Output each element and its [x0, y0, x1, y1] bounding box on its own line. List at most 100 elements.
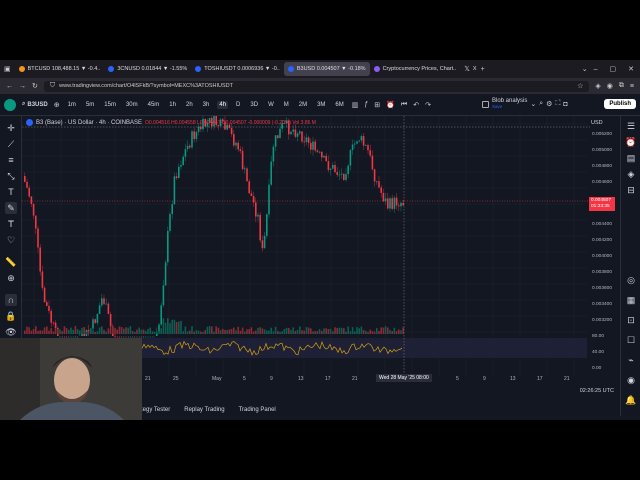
tab-trading-panel[interactable]: Trading Panel	[239, 407, 276, 413]
notifications-icon[interactable]: 🔔	[625, 394, 637, 406]
bookmark-star-icon[interactable]: ☆	[577, 82, 583, 90]
hamburger-menu-icon[interactable]: ≡	[630, 83, 634, 90]
data-window-icon[interactable]: ▤	[625, 152, 637, 164]
minimize-icon[interactable]: –	[588, 66, 604, 73]
timeframe-3m[interactable]: 3M	[315, 101, 327, 109]
reload-icon[interactable]: ↻	[32, 82, 38, 90]
watchlist-icon[interactable]: ☰	[625, 120, 637, 132]
volume-bar	[76, 329, 79, 334]
calendar-icon[interactable]: ▦	[625, 294, 637, 306]
fullscreen-icon[interactable]: ⛶	[555, 100, 560, 108]
ruler-icon[interactable]: 📏	[5, 256, 17, 268]
symbol-search-button[interactable]: ⌕ B3USD	[22, 101, 48, 108]
search-icon: ⌕	[22, 101, 26, 107]
streams-icon[interactable]: ⌁	[625, 354, 637, 366]
tab-replay-trading[interactable]: Replay Trading	[184, 407, 224, 413]
browser-tab-active[interactable]: B3USD 0.004507 ▼ -0.18%	[283, 62, 370, 76]
volume-bar	[288, 328, 290, 334]
volume-bar	[261, 328, 264, 334]
chart-type-icon[interactable]: ▥	[352, 101, 359, 109]
timeframe-6m[interactable]: 6M	[333, 101, 345, 109]
forward-icon[interactable]: →	[19, 83, 26, 90]
crosshair-icon[interactable]: ✛	[5, 122, 17, 134]
currency-label[interactable]: USD	[591, 120, 603, 126]
eye-icon[interactable]: 👁	[5, 326, 17, 338]
volume-bar	[149, 327, 151, 334]
text-tool-icon[interactable]: T	[5, 186, 17, 198]
new-tab-icon[interactable]: +	[481, 66, 485, 73]
candle	[186, 145, 189, 150]
undo-icon[interactable]: ↶	[413, 101, 419, 109]
timeframe-30m[interactable]: 30m	[124, 101, 140, 109]
search-icon[interactable]: ⌕	[539, 100, 543, 108]
volume-bar	[224, 329, 226, 334]
timeframe-2m[interactable]: 2M	[297, 101, 309, 109]
publish-button[interactable]: Publish	[604, 99, 636, 109]
back-icon[interactable]: ←	[6, 83, 13, 90]
layers-icon[interactable]: ◈	[625, 168, 637, 180]
timeframe-m[interactable]: M	[282, 101, 291, 109]
utc-clock[interactable]: 02:26:25 UTC	[580, 388, 614, 394]
volume-bar	[63, 326, 66, 334]
candle	[237, 142, 239, 150]
chevron-down-icon[interactable]: ⌄	[530, 100, 536, 108]
layout-icon[interactable]: ⊞	[374, 101, 380, 109]
menu-icon[interactable]: ▣	[0, 65, 15, 73]
layout-checkbox[interactable]	[482, 100, 489, 108]
heart-icon[interactable]: ♡	[5, 234, 17, 246]
extensions-icon[interactable]: ⧉	[619, 82, 624, 90]
timeframe-1m[interactable]: 1m	[66, 101, 78, 109]
pattern-icon[interactable]: ⤡	[5, 170, 17, 182]
replay-icon[interactable]: ⏮	[401, 101, 407, 109]
ideas-icon[interactable]: ◎	[625, 274, 637, 286]
browser-tab[interactable]: 3CNUSD 0.01844 ▼ -1.55%	[104, 62, 191, 76]
browser-tab[interactable]: 𝕏X	[460, 62, 480, 76]
browser-tab[interactable]: Cryptocurrency Prices, Chart..	[370, 62, 461, 76]
timeframe-w[interactable]: W	[266, 101, 276, 109]
volume-bar	[327, 328, 330, 334]
browser-tab[interactable]: TOSHIUSDT 0.0006936 ▼ -0..	[191, 62, 284, 76]
alerts-icon[interactable]: ⏰	[625, 136, 637, 148]
browser-tab[interactable]: BTCUSD 108,488.15 ▼ -0.4..	[15, 62, 105, 76]
timeframe-2h[interactable]: 2h	[184, 101, 195, 109]
price-tick: 0.004000	[592, 254, 613, 259]
avatar[interactable]	[4, 98, 16, 111]
pine-editor-icon[interactable]: ⊡	[625, 314, 637, 326]
volume-bar	[167, 318, 169, 334]
chat-icon[interactable]: ☐	[625, 334, 637, 346]
maximize-icon[interactable]: ▢	[604, 65, 623, 73]
timeframe-15m[interactable]: 15m	[102, 101, 118, 109]
timeframe-5m[interactable]: 5m	[84, 101, 96, 109]
timeframe-d[interactable]: D	[234, 101, 242, 109]
chart-legend: B3 (Base) · US Dollar · 4h · COINBASE	[26, 119, 142, 126]
text-icon[interactable]: 𝖳	[5, 218, 17, 230]
url-field[interactable]: ⛉ www.tradingview.com/chart/O4lSFkB/?sym…	[43, 80, 590, 92]
zoom-icon[interactable]: ⊕	[5, 272, 17, 284]
timeframe-3d[interactable]: 3D	[248, 101, 260, 109]
indicators-icon[interactable]: ƒ	[364, 101, 368, 108]
horizontal-lines-icon[interactable]: ≡	[5, 154, 17, 166]
close-window-icon[interactable]: ✕	[622, 65, 640, 73]
gear-icon[interactable]: ⚙	[546, 100, 552, 108]
camera-icon[interactable]: ◘	[563, 101, 567, 108]
lock-icon[interactable]: 🔒	[5, 310, 17, 322]
hotlist-icon[interactable]: ⊟	[625, 184, 637, 196]
signal-icon[interactable]: ◉	[625, 374, 637, 386]
trend-line-icon[interactable]: ⟋	[5, 138, 17, 150]
account-icon[interactable]: ◉	[607, 82, 613, 90]
candle	[175, 176, 178, 178]
compare-add-icon[interactable]: ⊕	[54, 101, 60, 109]
volume-bar	[248, 329, 250, 334]
timeframe-45m[interactable]: 45m	[146, 101, 162, 109]
redo-icon[interactable]: ↷	[425, 101, 431, 109]
layout-save-control[interactable]: Blob analysis Save ⌄ ⌕ ⚙ ⛶ ◘	[482, 98, 568, 110]
magnet-icon[interactable]: ∩	[5, 294, 17, 306]
alert-icon[interactable]: ⏰	[386, 101, 395, 109]
timeframe-1h[interactable]: 1h	[167, 101, 178, 109]
timeframe-3h[interactable]: 3h	[201, 101, 212, 109]
tab-label: Cryptocurrency Prices, Chart..	[382, 66, 457, 72]
pocket-icon[interactable]: ◈	[595, 82, 600, 90]
brush-icon[interactable]: ✎	[5, 202, 17, 214]
timeframe-4h[interactable]: 4h	[217, 100, 229, 109]
shield-icon: ⛉	[49, 82, 56, 89]
